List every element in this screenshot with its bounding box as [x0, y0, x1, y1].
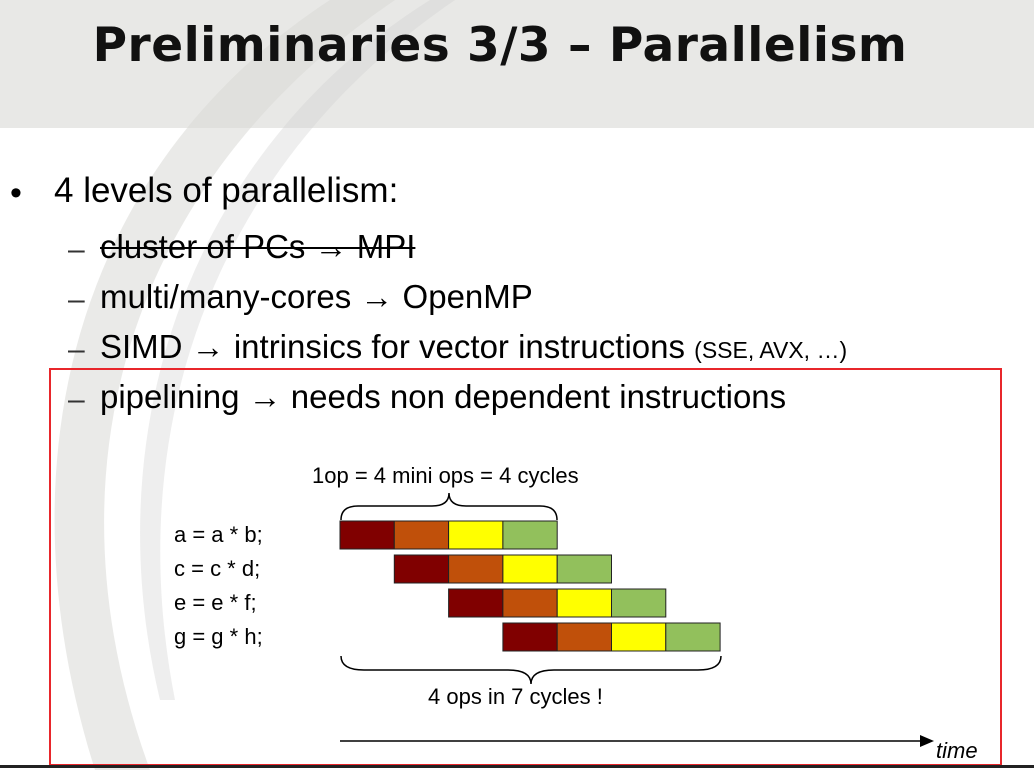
pipeline-stage-cell: [556, 588, 613, 618]
pipeline-stage-cell: [502, 622, 558, 652]
pipeline-stage-cell: [448, 588, 504, 618]
slide: Preliminaries 3/3 – Parallelism • 4 leve…: [0, 0, 1034, 770]
bottom-rule: [0, 765, 1034, 768]
time-axis-label: time: [936, 738, 978, 763]
pipeline-stage-cell: [393, 520, 450, 550]
pipeline-diagram: [339, 492, 934, 747]
pipeline-stage-cell: [556, 554, 613, 584]
pipeline-stage-cell: [448, 554, 504, 584]
pipeline-stage-cell: [502, 588, 558, 618]
pipeline-stage-cell: [611, 622, 667, 652]
pipeline-stage-cell: [502, 520, 558, 550]
pipeline-stage-cell: [339, 520, 395, 550]
pipeline-stage-cell: [611, 588, 667, 618]
pipeline-stage-cell: [448, 520, 504, 550]
pipeline-stage-cell: [502, 554, 558, 584]
throughput-label: 4 ops in 7 cycles !: [428, 684, 603, 709]
pipeline-stage-cell: [665, 622, 721, 652]
pipeline-stage-cell: [393, 554, 450, 584]
time-axis-arrowhead: [920, 735, 934, 747]
bottom-brace: [340, 655, 722, 685]
pipeline-stage-cell: [556, 622, 613, 652]
top-brace: [340, 492, 558, 521]
